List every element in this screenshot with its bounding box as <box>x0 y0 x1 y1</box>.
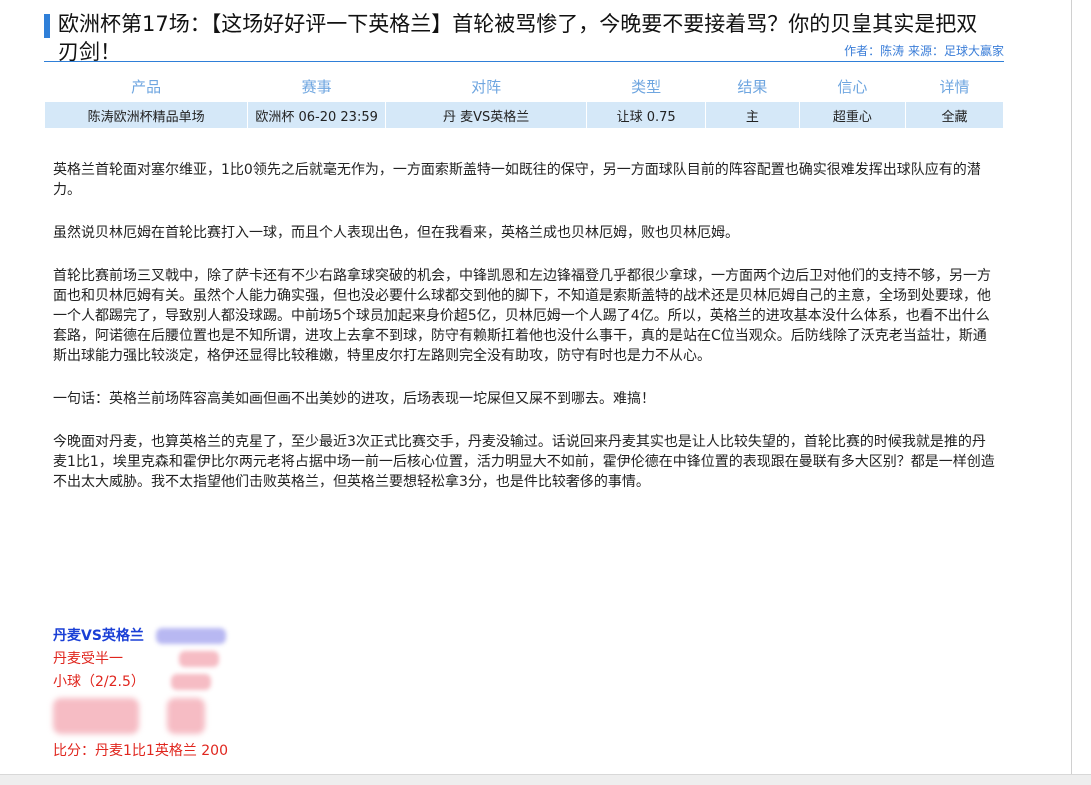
page-right-border <box>1071 0 1072 784</box>
prediction-handicap-row: 丹麦受半一 <box>53 648 228 671</box>
redacted-blur <box>179 651 220 667</box>
redacted-blur <box>167 698 205 734</box>
cell-product: 陈涛欧洲杯精品单场 <box>45 102 248 128</box>
redacted-blur <box>156 628 227 644</box>
redacted-blur <box>53 698 139 734</box>
paragraph: 虽然说贝林厄姆在首轮比赛打入一球，而且个人表现出色，但在我看来，英格兰成也贝林厄… <box>53 225 739 241</box>
article-byline: 作者：陈涛 来源：足球大赢家 <box>844 44 1004 58</box>
paragraph: 今晚面对丹麦，也算英格兰的克星了，至少最近3次正式比赛交手，丹麦没输过。话说回来… <box>53 434 995 490</box>
prediction-total: 小球（2/2.5） <box>53 674 145 690</box>
header-details: 详情 <box>906 70 1003 102</box>
table-row: 陈涛欧洲杯精品单场 欧洲杯 06-20 23:59 丹 麦VS英格兰 让球 0.… <box>45 102 1003 128</box>
prediction-score: 比分：丹麦1比1英格兰 200 <box>53 743 228 759</box>
horizontal-scrollbar[interactable] <box>0 774 1091 785</box>
paragraph: 一句话：英格兰前场阵容高美如画但画不出美妙的进攻，后场表现一坨屎但又屎不到哪去。… <box>53 391 655 407</box>
header-type: 类型 <box>587 70 706 102</box>
header-result: 结果 <box>706 70 799 102</box>
paragraph: 首轮比赛前场三叉戟中，除了萨卡还有不少右路拿球突破的机会，中锋凯恩和左边锋福登几… <box>53 268 991 364</box>
prediction-handicap: 丹麦受半一 <box>53 651 123 667</box>
cell-type: 让球 0.75 <box>587 102 706 128</box>
cell-matchup: 丹 麦VS英格兰 <box>386 102 587 128</box>
redacted-blur <box>171 674 212 690</box>
cell-result: 主 <box>706 102 799 128</box>
cell-details[interactable]: 全藏 <box>906 102 1003 128</box>
cell-event: 欧洲杯 06-20 23:59 <box>248 102 386 128</box>
match-table-header: 产品 赛事 对阵 类型 结果 信心 详情 <box>45 70 1003 102</box>
paragraph: 英格兰首轮面对塞尔维亚，1比0领先之后就毫无作为，一方面索斯盖特一如既往的保守，… <box>53 162 981 198</box>
prediction-block: 丹麦VS英格兰 丹麦受半一 小球（2/2.5） 比分：丹麦1比1英格兰 200 <box>53 625 228 763</box>
header-confidence: 信心 <box>799 70 906 102</box>
header-event: 赛事 <box>248 70 386 102</box>
redacted-area <box>53 694 228 740</box>
cell-confidence: 超重心 <box>799 102 906 128</box>
header-matchup: 对阵 <box>386 70 587 102</box>
prediction-match: 丹麦VS英格兰 <box>53 628 144 644</box>
title-divider <box>44 61 1004 62</box>
match-table: 产品 赛事 对阵 类型 结果 信心 详情 陈涛欧洲杯精品单场 欧洲杯 06-20… <box>44 70 1004 128</box>
article-header: 欧洲杯第17场：【这场好好评一下英格兰】首轮被骂惨了，今晚要不要接着骂？你的贝皇… <box>44 10 1004 66</box>
title-accent-bar <box>44 14 50 38</box>
prediction-score-row: 比分：丹麦1比1英格兰 200 <box>53 740 228 763</box>
header-product: 产品 <box>45 70 248 102</box>
article-body: 英格兰首轮面对塞尔维亚，1比0领先之后就毫无作为，一方面索斯盖特一如既往的保守，… <box>53 160 998 515</box>
prediction-match-row: 丹麦VS英格兰 <box>53 625 228 648</box>
prediction-total-row: 小球（2/2.5） <box>53 671 228 694</box>
